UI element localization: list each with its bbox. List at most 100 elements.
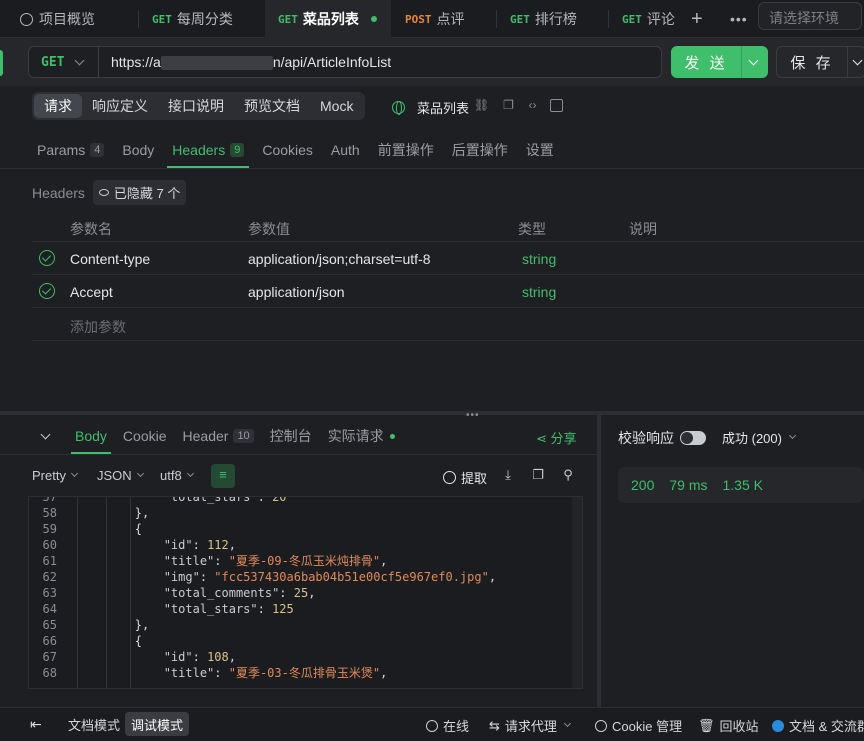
param-value[interactable]: application/json [248,284,345,300]
extract-icon [443,471,456,484]
tab-cookies[interactable]: Cookies [253,132,322,168]
col-value: 参数值 [248,221,290,237]
collapse-button[interactable] [28,418,67,454]
send-button[interactable]: 发 送 [671,46,768,78]
tab-body[interactable]: Body [113,132,163,168]
code-line: 65 }, [29,617,582,633]
wrap-lines-icon[interactable]: ≡ [211,464,235,488]
sidebar-accent [0,50,3,76]
status-select[interactable]: 成功 (200) [722,428,797,447]
tab-auth[interactable]: Auth [322,132,369,168]
param-type[interactable]: string [522,284,556,300]
tab-comment[interactable]: GET 评论 [622,0,680,38]
community-button[interactable]: 文档 & 交流群 [772,716,864,735]
proxy-button[interactable]: ⇆ 请求代理 [489,716,571,735]
encoding-select[interactable]: utf8 [160,468,194,483]
tab-project-overview[interactable]: 项目概览 [20,0,138,38]
chevron-down-icon[interactable] [852,55,863,65]
tab-label: 控制台 [269,428,312,444]
subnav-api-doc[interactable]: 接口说明 [158,94,234,118]
chevron-down-icon[interactable] [748,55,759,65]
subnav-request[interactable]: 请求 [34,94,82,118]
save-button[interactable]: 保 存 [776,46,864,78]
cookie-manager-button[interactable]: Cookie 管理 [595,716,682,735]
code-text: { [77,522,143,536]
link-icon[interactable]: ⛓ [474,99,489,112]
method-value: GET [41,54,65,70]
check-circle-icon[interactable] [39,250,55,266]
panel-splitter[interactable] [0,411,864,415]
param-type[interactable]: string [522,251,556,267]
table-row-add: 添加参数 [32,308,864,341]
collapse-sidebar-icon[interactable]: ⇤ [30,716,42,733]
subnav-response-def[interactable]: 响应定义 [82,94,158,118]
format-select[interactable]: JSON [97,468,144,483]
share-button[interactable]: ⋖ 分享 [536,428,577,447]
tab-headers[interactable]: Headers 9 [163,132,253,168]
request-subnav: 请求 响应定义 接口说明 预览文档 Mock [32,92,366,120]
more-icon[interactable]: ••• [730,0,748,38]
recycle-bin-button[interactable]: 🗑 回收站 [698,716,759,735]
tab-post-actions[interactable]: 后置操作 [443,132,517,168]
validate-toggle[interactable] [680,431,706,445]
tab-label: Cookie [122,428,167,444]
hidden-headers-button[interactable]: 已隐藏 7 个 [92,180,187,205]
environment-select[interactable]: 请选择环境 [758,2,862,30]
tab-weekly-category[interactable]: GET 每周分类 [152,0,233,38]
param-name[interactable]: Accept [70,284,113,300]
community-icon [772,719,784,732]
param-name[interactable]: Content-type [70,251,150,267]
check-circle-icon [426,719,438,732]
share-label: 分享 [550,431,577,446]
doc-mode-button[interactable]: 文档模式 [62,712,126,736]
rtab-actual-request[interactable]: 实际请求 [320,418,403,454]
tab-settings[interactable]: 设置 [517,132,563,168]
proxy-icon: ⇆ [489,717,500,733]
debug-mode-button[interactable]: 调试模式 [125,712,190,736]
add-param-input[interactable]: 添加参数 [70,317,126,337]
online-status[interactable]: 在线 [426,716,469,735]
copy-icon[interactable]: ❐ [502,99,515,112]
tab-dish-list[interactable]: GET 菜品列表 [265,0,391,38]
method-select[interactable]: GET [29,47,99,77]
code-text: "title": "夏季-03-冬瓜排骨玉米煲", [163,666,388,680]
url-input[interactable]: https://a n/api/ArticleInfoList [111,54,391,71]
check-circle-icon[interactable] [39,283,55,299]
tab-review[interactable]: POST 点评 [405,0,465,38]
drag-handle-icon[interactable]: ••• [466,410,480,421]
tab-label: Body [122,142,155,158]
param-value[interactable]: application/json;charset=utf-8 [248,251,431,267]
code-line: 64 "total_stars": 125 [29,601,582,617]
tab-pre-actions[interactable]: 前置操作 [369,132,443,168]
code-line: 62 "img": "fcc537430a6bab04b51e00cf5e967… [29,569,582,585]
line-number: 61 [42,554,57,568]
chevron-down-icon [75,55,85,65]
subnav-mock[interactable]: Mock [310,94,363,118]
tab-ranking[interactable]: GET 排行榜 [510,0,577,38]
rtab-body[interactable]: Body [67,418,115,454]
rtab-header[interactable]: Header 10 [175,418,262,454]
rtab-cookie[interactable]: Cookie [115,418,175,454]
copy-icon[interactable]: ❐ [530,467,546,483]
chevron-down-icon [40,429,51,439]
tab-label: 实际请求 [327,428,384,444]
vertical-splitter[interactable] [597,415,601,707]
download-icon[interactable]: ⤓ [500,467,516,483]
tab-params[interactable]: Params 4 [28,132,113,168]
search-icon[interactable]: ⚲ [560,467,576,483]
panel-icon[interactable] [550,99,563,112]
extract-button[interactable]: 提取 [443,468,487,487]
code-icon[interactable]: ‹› [526,99,539,112]
scrollbar[interactable] [572,497,582,688]
method-label: POST [405,12,432,26]
rtab-console[interactable]: 控制台 [262,418,320,454]
api-title-text: 菜品列表 [417,101,470,116]
method-label: GET [152,12,172,26]
response-code-viewer[interactable]: 57 "total_stars": 20 58 }, 59 {60 "id": 11… [28,496,583,689]
add-tab-icon[interactable]: + [691,0,703,38]
url-field[interactable]: GET https://a n/api/ArticleInfoList [28,46,662,78]
pretty-select[interactable]: Pretty [32,468,79,483]
subnav-preview-doc[interactable]: 预览文档 [234,94,310,118]
code-text: "title": "夏季-09-冬瓜玉米炖排骨", [163,554,388,568]
tab-label: Params [37,142,86,158]
